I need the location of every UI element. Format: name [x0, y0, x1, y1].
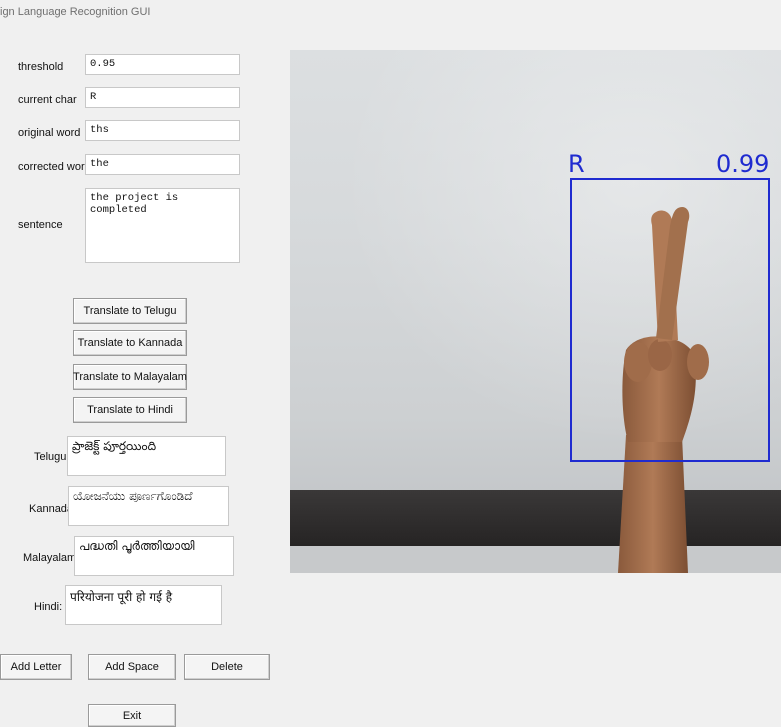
add-letter-button[interactable]: Add Letter	[0, 654, 72, 680]
hindi-label: Hindi:	[34, 601, 63, 613]
telugu-label: Telugu:	[34, 451, 70, 463]
threshold-input[interactable]: 0.95	[85, 54, 240, 75]
threshold-label: threshold	[18, 61, 64, 73]
detection-bounding-box	[570, 178, 770, 462]
translate-telugu-button[interactable]: Translate to Telugu	[73, 298, 187, 324]
current-char-label: current char	[18, 94, 77, 106]
corrected-word-label: corrected word	[18, 161, 91, 173]
hindi-output[interactable]: परियोजना पूरी हो गई है	[65, 585, 222, 625]
current-char-input[interactable]: R	[85, 87, 240, 108]
malayalam-label: Malayalam:	[23, 552, 80, 564]
corrected-word-input[interactable]: the	[85, 154, 240, 175]
malayalam-output[interactable]: പദ്ധതി പൂർത്തിയായി	[74, 536, 234, 576]
detection-class-label: R	[568, 150, 585, 178]
kannada-output[interactable]: ಯೋಜನೆಯು ಪೂರ್ಣಗೊಂಡಿದೆ	[68, 486, 229, 526]
sentence-label: sentence	[18, 219, 63, 231]
camera-feed: R 0.99	[290, 50, 781, 573]
add-space-button[interactable]: Add Space	[88, 654, 176, 680]
translate-malayalam-button[interactable]: Translate to Malayalam	[73, 364, 187, 390]
detection-confidence-label: 0.99	[716, 150, 770, 178]
translate-kannada-button[interactable]: Translate to Kannada	[73, 330, 187, 356]
translate-hindi-button[interactable]: Translate to Hindi	[73, 397, 187, 423]
original-word-label: original word	[18, 127, 81, 139]
sentence-textbox[interactable]: the project is completed	[85, 188, 240, 263]
delete-button[interactable]: Delete	[184, 654, 270, 680]
exit-button[interactable]: Exit	[88, 704, 176, 727]
original-word-input[interactable]: ths	[85, 120, 240, 141]
window-title: ign Language Recognition GUI	[0, 6, 151, 18]
telugu-output[interactable]: ప్రాజెక్ట్ పూర్తయింది	[67, 436, 226, 476]
